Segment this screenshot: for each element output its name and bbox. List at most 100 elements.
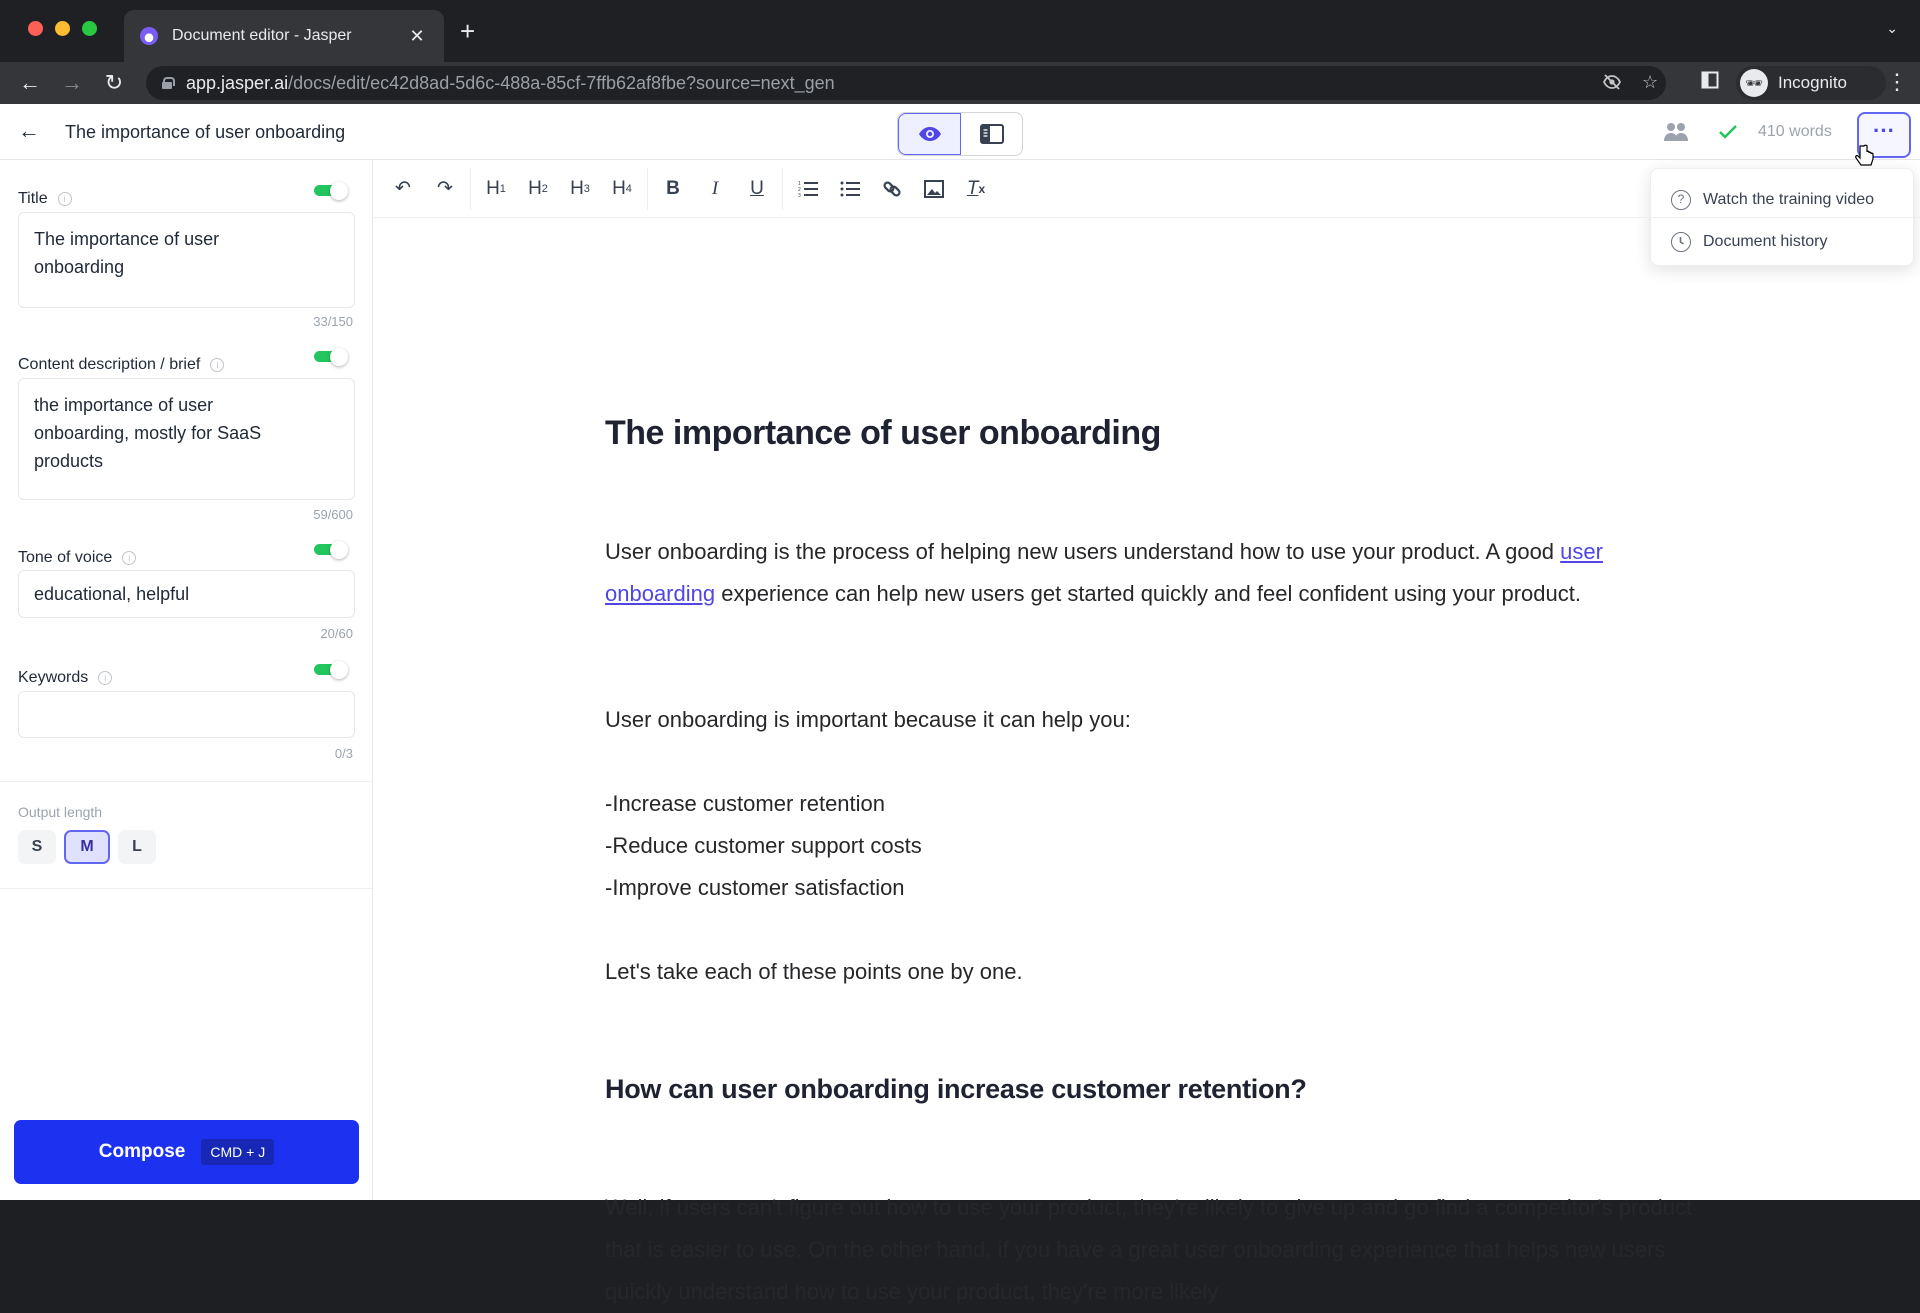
h4-sub: 4 (625, 182, 632, 195)
h1-sub: 1 (499, 182, 506, 195)
title-field[interactable]: The importance of user onboarding (18, 212, 355, 308)
tab-title: Document editor - Jasper (172, 27, 352, 44)
clear-format-icon[interactable]: Tx (955, 168, 997, 210)
collaborators-icon[interactable] (1664, 104, 1688, 160)
h3-glyph: H (570, 177, 584, 199)
h3-sub: 3 (583, 182, 590, 195)
paragraph: Well, if users can't figure out how to u… (605, 1195, 1693, 1304)
keywords-field[interactable] (18, 691, 355, 738)
close-window-button[interactable] (28, 21, 43, 36)
jasper-app: ← The importance of user onboarding 410 … (0, 104, 1920, 1304)
info-icon[interactable]: i (210, 358, 225, 372)
compose-label: Compose (98, 1141, 186, 1162)
back-arrow-icon[interactable]: ← (18, 118, 40, 144)
side-panel-icon[interactable] (1696, 70, 1724, 96)
browser-menu-icon[interactable]: ⋮ (1886, 70, 1908, 94)
h4-glyph: H (612, 177, 626, 199)
ordered-list-icon[interactable]: 123 (787, 168, 829, 210)
h1-glyph: H (486, 177, 500, 199)
title-counter: 33/150 (313, 314, 353, 329)
image-icon[interactable] (913, 168, 955, 210)
tab-close-icon[interactable]: ✕ (406, 26, 428, 47)
minimize-window-button[interactable] (55, 21, 70, 36)
list-item: -Increase customer retention (605, 791, 886, 816)
address-bar[interactable]: app.jasper.ai /docs/edit/ec42d8ad-5d6c-4… (146, 66, 1666, 100)
heading-2-button[interactable]: H2 (517, 168, 559, 210)
undo-icon[interactable]: ↶ (382, 168, 424, 210)
compose-shortcut: CMD + J (201, 1139, 275, 1165)
jasper-favicon-icon (140, 27, 158, 45)
svg-text:3: 3 (798, 193, 801, 198)
browser-tab-bar: Document editor - Jasper ✕ + ⌄ (0, 0, 1920, 62)
info-icon[interactable]: i (57, 192, 72, 206)
bullet-list-icon[interactable] (829, 168, 871, 210)
lock-icon (162, 77, 175, 89)
brief-label-text: Content description / brief (18, 356, 201, 373)
tone-label: Tone of voice i (18, 549, 137, 567)
new-tab-button[interactable]: + (460, 18, 475, 44)
eye-off-icon[interactable] (1602, 72, 1622, 97)
tone-counter: 20/60 (320, 626, 353, 641)
app-header: ← The importance of user onboarding 410 … (0, 104, 1920, 266)
tone-toggle[interactable] (314, 541, 350, 559)
forward-icon[interactable]: → (58, 70, 86, 96)
h2-sub: 2 (541, 182, 548, 195)
paragraph-text: experience can help new users get starte… (715, 581, 1581, 606)
tone-label-text: Tone of voice (18, 549, 113, 566)
output-length-s[interactable]: S (18, 830, 56, 864)
brief-field[interactable]: the importance of user onboarding, mostl… (18, 378, 355, 500)
heading-3-button[interactable]: H3 (559, 168, 601, 210)
underline-icon[interactable]: U (736, 168, 778, 210)
saved-check-icon (1718, 104, 1738, 160)
title-toggle[interactable] (314, 182, 350, 200)
h2-glyph: H (528, 177, 542, 199)
output-length-label: Output length (18, 804, 103, 820)
reload-icon[interactable]: ↻ (100, 70, 128, 96)
back-icon[interactable]: ← (16, 70, 44, 96)
info-icon[interactable]: i (98, 671, 113, 685)
browser-tab-active[interactable]: Document editor - Jasper ✕ (124, 10, 444, 62)
incognito-profile-button[interactable]: 🕶 Incognito (1736, 66, 1886, 100)
link-icon[interactable] (871, 168, 913, 210)
sidebar-layout-button[interactable] (961, 113, 1022, 155)
paragraph: Let's take each of these points one by o… (605, 959, 1023, 984)
brief-toggle[interactable] (314, 348, 350, 366)
italic-icon[interactable]: I (694, 168, 736, 210)
pointer-cursor-icon (1855, 144, 1874, 166)
keywords-toggle[interactable] (314, 661, 350, 679)
maximize-window-button[interactable] (82, 21, 97, 36)
menu-item-document-history[interactable]: Document history (1651, 221, 1913, 263)
title-label: Title i (18, 190, 72, 208)
output-length-m[interactable]: M (64, 830, 110, 864)
output-length-l[interactable]: L (118, 830, 156, 864)
keywords-label: Keywords i (18, 669, 113, 687)
editor-toolbar: ↶ ↷ H1 H2 H3 H4 B I U 123 Tx (374, 160, 1920, 218)
list-item: -Improve customer satisfaction (605, 875, 905, 900)
url-path: /docs/edit/ec42d8ad-5d6c-488a-85cf-7ffb6… (288, 72, 835, 93)
url-host: app.jasper.ai (186, 72, 289, 93)
clear-format-glyph: T (966, 177, 979, 199)
brief-label: Content description / brief i (18, 356, 225, 374)
preview-mode-button[interactable] (898, 113, 961, 155)
bold-icon[interactable]: B (652, 168, 694, 210)
browser-toolbar: ← → ↻ app.jasper.ai /docs/edit/ec42d8ad-… (0, 62, 1920, 104)
paragraph-text: User onboarding is the process of helpin… (605, 539, 1561, 564)
document-title: The importance of user onboarding (65, 122, 346, 142)
clock-icon (1671, 232, 1691, 252)
tab-search-chevron-icon[interactable]: ⌄ (1886, 20, 1898, 37)
heading-1-button[interactable]: H1 (475, 168, 517, 210)
info-icon[interactable]: i (122, 551, 137, 565)
paragraph: User onboarding is important because it … (605, 707, 1131, 732)
section-heading: How can user onboarding increase custome… (605, 1074, 1307, 1104)
title-label-text: Title (18, 190, 48, 207)
redo-icon[interactable]: ↷ (424, 168, 466, 210)
view-mode-toggle (897, 112, 1023, 156)
bookmark-star-icon[interactable]: ☆ (1642, 72, 1658, 93)
divider (0, 781, 373, 782)
tone-field[interactable]: educational, helpful (18, 570, 355, 618)
brief-sidebar: Title i The importance of user onboardin… (0, 160, 373, 1200)
compose-button[interactable]: Compose CMD + J (14, 1120, 359, 1184)
keywords-label-text: Keywords (18, 669, 89, 686)
heading-4-button[interactable]: H4 (601, 168, 643, 210)
menu-item-label: Document history (1703, 233, 1828, 250)
